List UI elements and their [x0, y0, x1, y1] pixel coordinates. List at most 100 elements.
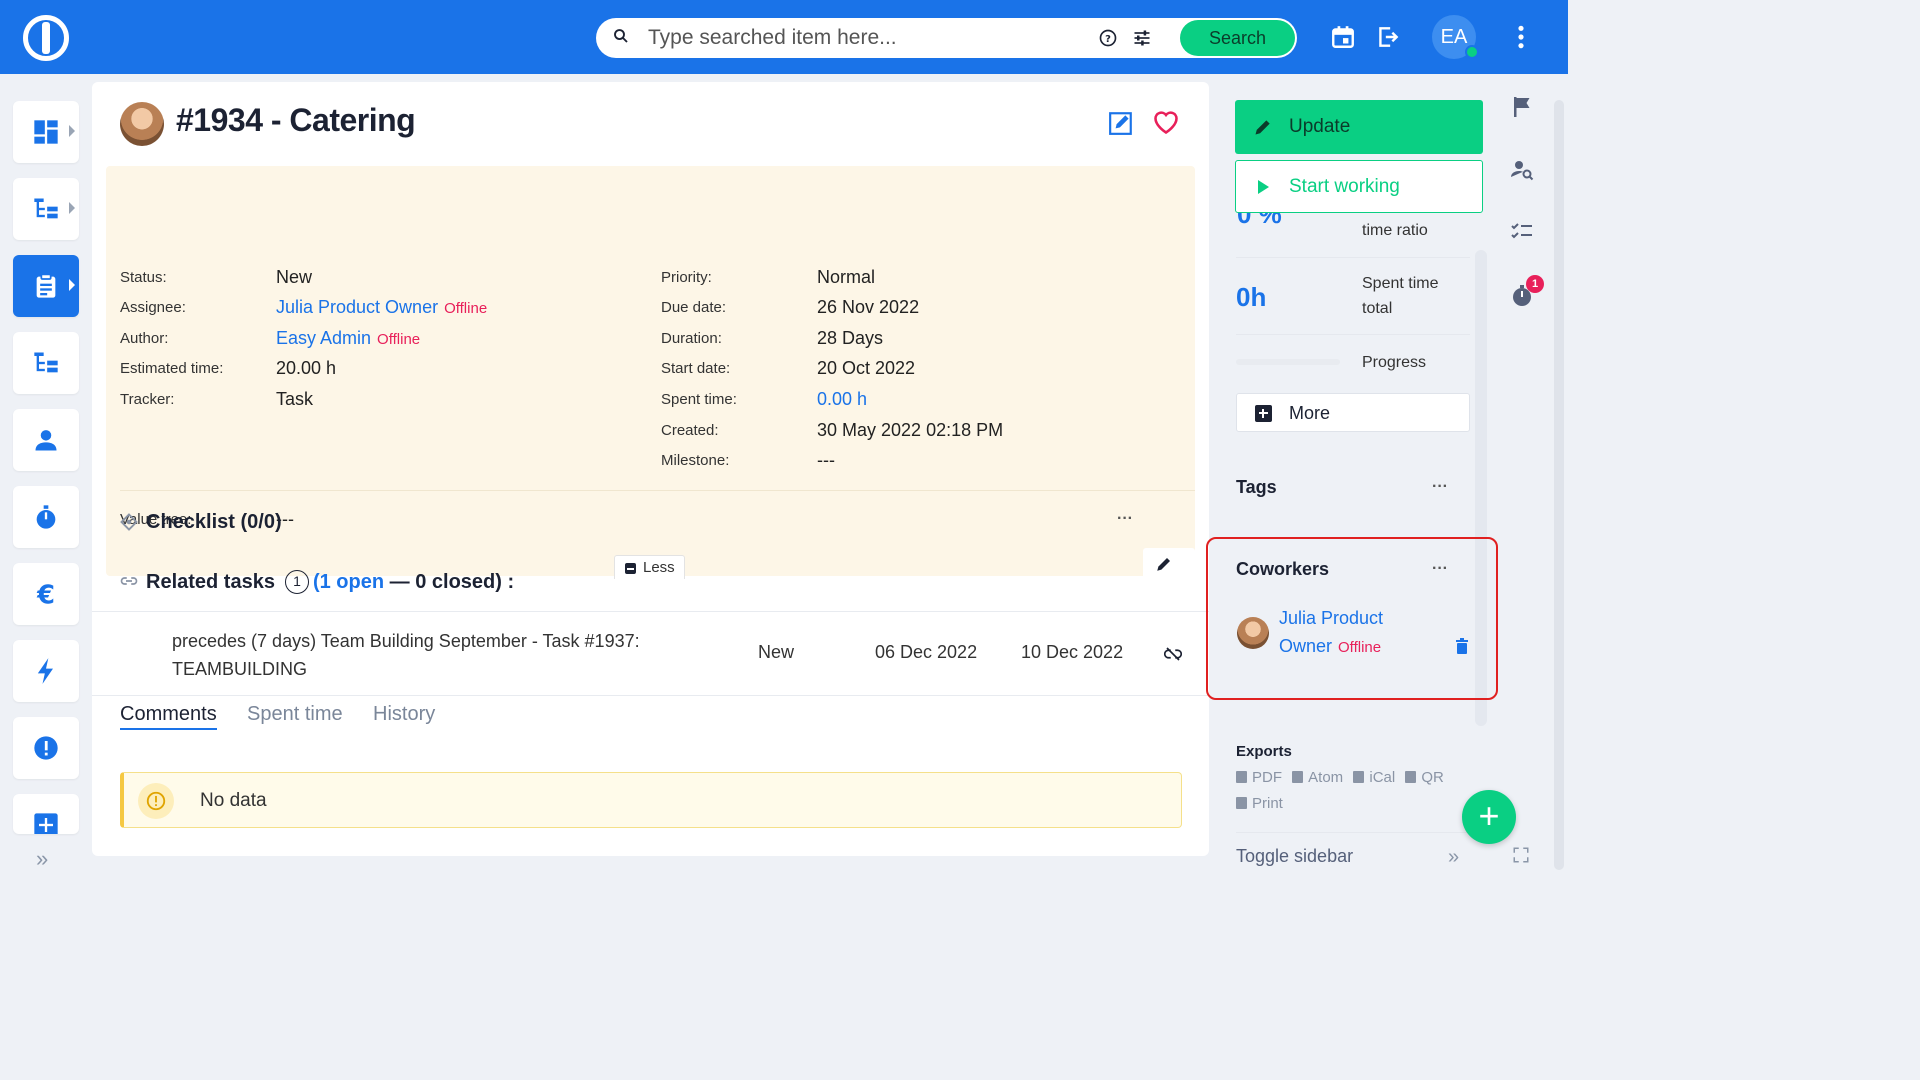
nav-hierarchy[interactable]	[13, 332, 79, 394]
value-spent-time[interactable]: 0.00 h	[817, 389, 867, 410]
assignee-link[interactable]: Julia Product Owner	[276, 297, 438, 317]
filter-settings-icon[interactable]	[1132, 28, 1152, 48]
help-icon[interactable]: ?	[1098, 28, 1118, 48]
logout-icon[interactable]	[1375, 24, 1401, 50]
print-link[interactable]: Print	[1236, 795, 1283, 812]
label-status: Status:	[120, 269, 167, 286]
spent-time-label-line2: total	[1362, 300, 1393, 317]
label-spent-time: Spent time:	[661, 391, 737, 408]
related-task-start: 06 Dec 2022	[875, 642, 978, 662]
related-open-link[interactable]: (1 open	[313, 571, 384, 593]
toggle-sidebar-link[interactable]: Toggle sidebar	[1236, 846, 1353, 867]
value-author: Easy Admin Offline	[276, 328, 420, 349]
checklist-rail-icon[interactable]	[1510, 220, 1534, 244]
progress-bar	[1236, 359, 1340, 365]
checklist-menu-icon[interactable]: ···	[1117, 510, 1133, 528]
export-ical[interactable]: iCal	[1353, 769, 1395, 786]
value-milestone: ---	[817, 450, 835, 470]
value-assignee: Julia Product Owner Offline	[276, 297, 487, 318]
nav-actions[interactable]	[13, 640, 79, 702]
more-button[interactable]: More	[1236, 393, 1470, 432]
update-button[interactable]: Update	[1235, 100, 1483, 154]
logo-icon[interactable]	[23, 15, 69, 61]
unlink-icon[interactable]	[1164, 645, 1182, 663]
divider	[1236, 257, 1470, 258]
atom-icon	[1292, 771, 1304, 783]
tree-icon	[34, 198, 58, 219]
search-input[interactable]	[648, 24, 1068, 52]
label-assignee: Assignee:	[120, 299, 186, 316]
fullscreen-icon[interactable]	[1512, 846, 1530, 864]
edit-icon[interactable]	[1108, 110, 1134, 136]
author-link[interactable]: Easy Admin	[276, 328, 371, 348]
heart-icon[interactable]	[1152, 108, 1180, 136]
start-working-button[interactable]: Start working	[1235, 160, 1483, 213]
label-duration: Duration:	[661, 330, 722, 347]
nav-budget[interactable]: €	[13, 563, 79, 625]
tab-history[interactable]: History	[373, 703, 435, 726]
edit-attributes-button[interactable]	[1143, 548, 1195, 578]
label-start-date: Start date:	[661, 360, 731, 377]
coworkers-menu-icon[interactable]: ···	[1432, 560, 1448, 578]
user-avatar[interactable]: EA	[1432, 15, 1479, 59]
checklist-title[interactable]: Checklist (0/0)	[146, 511, 282, 534]
less-button[interactable]: Less	[614, 555, 685, 579]
related-count-badge: 1	[284, 570, 309, 594]
tab-comments[interactable]: Comments	[120, 703, 217, 730]
coworkers-title: Coworkers	[1236, 559, 1330, 579]
spent-time-total-label: Spent time total	[1362, 271, 1438, 321]
online-status-dot	[1465, 45, 1479, 59]
flag-icon[interactable]	[1510, 95, 1534, 119]
trash-icon[interactable]	[1455, 638, 1469, 654]
more-vertical-icon[interactable]	[1508, 24, 1534, 50]
add-fab-button[interactable]: +	[1462, 790, 1516, 844]
stopwatch-icon	[36, 505, 56, 529]
tab-spent-time[interactable]: Spent time	[247, 703, 343, 726]
user-search-icon[interactable]	[1510, 158, 1534, 182]
link-icon	[120, 577, 138, 585]
divider	[92, 611, 1209, 612]
nav-tasks[interactable]	[13, 255, 79, 317]
label-milestone: Milestone:	[661, 452, 730, 469]
nav-users[interactable]	[13, 409, 79, 471]
spent-time-label-line1: Spent time	[1362, 275, 1439, 292]
tags-menu-icon[interactable]: ···	[1432, 478, 1448, 496]
top-bar: ? Search EA	[0, 0, 1568, 74]
export-pdf[interactable]: PDF	[1236, 769, 1282, 786]
related-tasks-label: Related tasks	[146, 571, 275, 593]
nav-projects[interactable]	[13, 178, 79, 240]
clipboard-icon	[36, 273, 56, 298]
play-icon	[1258, 180, 1269, 194]
search-button[interactable]: Search	[1180, 20, 1295, 56]
coworker-name-line2[interactable]: Owner	[1279, 636, 1332, 656]
nav-more[interactable]	[13, 794, 79, 834]
warning-icon	[138, 783, 174, 819]
label-due-date: Due date:	[661, 299, 727, 316]
nav-dashboard[interactable]	[13, 101, 79, 163]
expand-nav-icon[interactable]: »	[36, 846, 48, 872]
value-priority: Normal	[817, 267, 876, 287]
assignee-status: Offline	[444, 300, 488, 317]
export-atom[interactable]: Atom	[1292, 769, 1343, 786]
nav-time-tracking[interactable]	[13, 486, 79, 548]
label-priority: Priority:	[661, 269, 712, 286]
calendar-icon[interactable]	[1330, 24, 1356, 50]
divider	[1236, 832, 1470, 833]
hierarchy-icon	[34, 352, 58, 373]
export-atom-label: Atom	[1308, 769, 1344, 786]
export-qr[interactable]: QR	[1405, 769, 1444, 786]
value-start-date: 20 Oct 2022	[817, 358, 916, 378]
export-ical-label: iCal	[1369, 769, 1396, 786]
value-created: 30 May 2022 02:18 PM	[817, 420, 1004, 440]
assignee-avatar	[120, 102, 164, 146]
related-task-description[interactable]: precedes (7 days) Team Building Septembe…	[172, 627, 692, 683]
page-scrollbar[interactable]	[1554, 100, 1564, 870]
coworker-status: Offline	[1338, 639, 1382, 656]
euro-icon: €	[36, 580, 55, 608]
nav-alerts[interactable]	[13, 717, 79, 779]
double-chevron-icon[interactable]: »	[1448, 846, 1459, 869]
coworker-name-line1[interactable]: Julia Product	[1279, 608, 1383, 628]
ical-icon	[1353, 771, 1365, 783]
update-label: Update	[1289, 116, 1351, 137]
page-title: #1934 - Catering	[176, 102, 416, 138]
